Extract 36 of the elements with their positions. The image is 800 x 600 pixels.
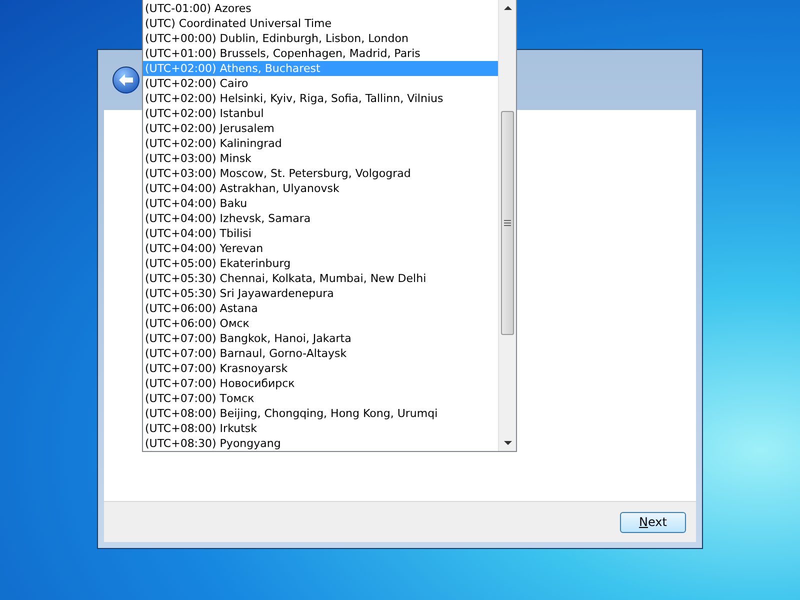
timezone-option[interactable]: (UTC) Coordinated Universal Time (143, 16, 498, 31)
scrollbar[interactable] (498, 0, 516, 451)
scroll-up-icon[interactable] (504, 6, 512, 10)
timezone-list[interactable] (142, 0, 517, 452)
timezone-option[interactable]: (UTC+03:00) Minsk (143, 151, 498, 166)
timezone-option[interactable]: (UTC+04:00) Tbilisi (143, 226, 498, 241)
timezone-option[interactable]: (UTC+07:00) Barnaul, Gorno-Altaysk (143, 346, 498, 361)
timezone-option[interactable]: (UTC+02:00) Cairo (143, 76, 498, 91)
next-button[interactable]: Next (620, 512, 686, 532)
scroll-down-icon[interactable] (504, 441, 512, 445)
timezone-option[interactable]: (UTC+04:00) Baku (143, 196, 498, 211)
timezone-option[interactable]: (UTC+08:00) Beijing, Chongqing, Hong Kong, Urumqi (143, 406, 498, 421)
timezone-option[interactable]: (UTC+04:00) Izhevsk, Samara (143, 211, 498, 226)
timezone-option[interactable]: (UTC+07:00) Krasnoyarsk (143, 361, 498, 376)
timezone-option[interactable]: (UTC+08:30) Pyongyang (143, 436, 498, 451)
timezone-option[interactable]: (UTC+02:00) Kaliningrad (143, 136, 498, 151)
grip-icon (504, 220, 511, 226)
scrollbar-thumb[interactable] (501, 111, 514, 335)
timezone-option[interactable]: (UTC+01:00) Brussels, Copenhagen, Madrid, Paris (143, 46, 498, 61)
timezone-option[interactable]: (UTC+04:00) Yerevan (143, 241, 498, 256)
timezone-option[interactable]: (UTC+02:00) Helsinki, Kyiv, Riga, Sofia, Tallinn, Vilnius (143, 91, 498, 106)
timezone-option[interactable]: (UTC+06:00) Astana (143, 301, 498, 316)
timezone-option[interactable]: (UTC+02:00) Istanbul (143, 106, 498, 121)
timezone-option[interactable]: (UTC+03:00) Moscow, St. Petersburg, Volgograd (143, 166, 498, 181)
timezone-option[interactable]: (UTC+07:00) Bangkok, Hanoi, Jakarta (143, 331, 498, 346)
timezone-option[interactable]: (UTC+04:00) Astrakhan, Ulyanovsk (143, 181, 498, 196)
timezone-option[interactable]: (UTC+07:00) Новосибирск (143, 376, 498, 391)
timezone-option[interactable]: (UTC+05:30) Chennai, Kolkata, Mumbai, New Delhi (143, 271, 498, 286)
timezone-option[interactable]: (UTC+05:00) Ekaterinburg (143, 256, 498, 271)
timezone-option[interactable]: (UTC-01:00) Azores (143, 1, 498, 16)
timezone-option[interactable]: (UTC+02:00) Jerusalem (143, 121, 498, 136)
timezone-option[interactable]: (UTC+06:00) Омск (143, 316, 498, 331)
timezone-option[interactable]: (UTC+00:00) Dublin, Edinburgh, Lisbon, London (143, 31, 498, 46)
timezone-option[interactable]: (UTC+05:30) Sri Jayawardenepura (143, 286, 498, 301)
timezone-option[interactable]: (UTC+07:00) Томск (143, 391, 498, 406)
timezone-option[interactable]: (UTC+08:00) Irkutsk (143, 421, 498, 436)
